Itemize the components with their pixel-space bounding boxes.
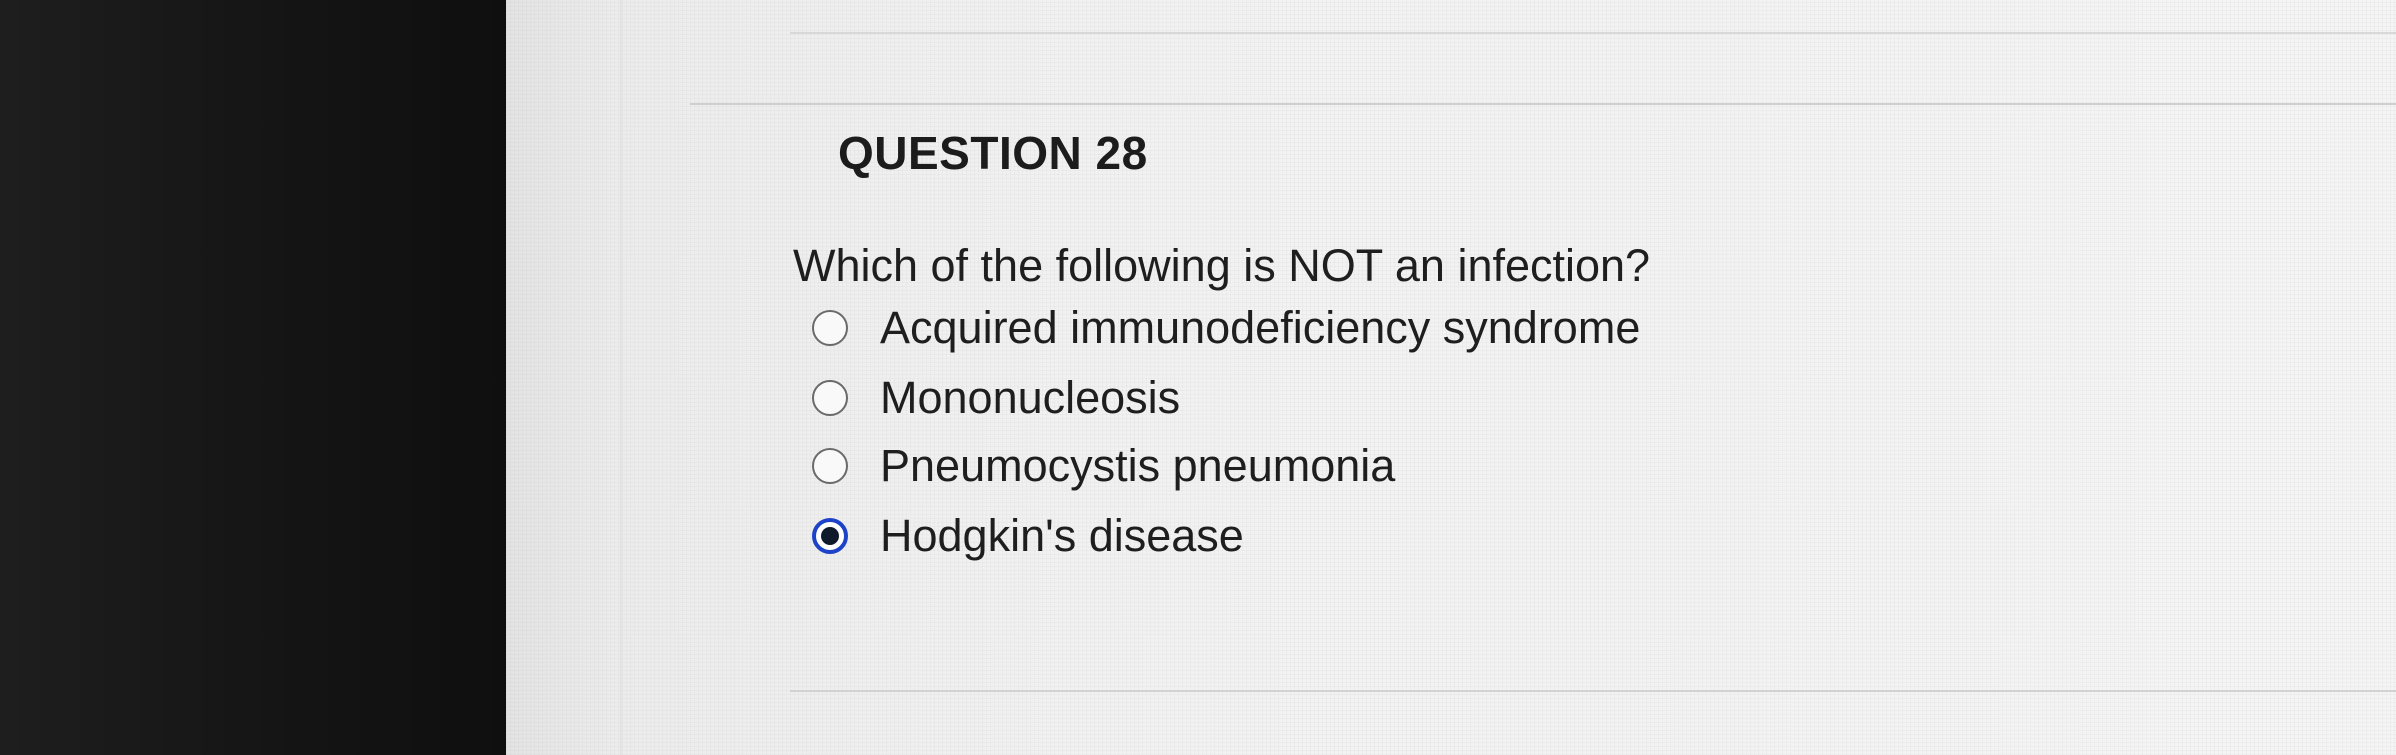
radio-button[interactable] bbox=[812, 448, 848, 484]
divider-question-top bbox=[690, 103, 2396, 105]
question-prompt: Which of the following is NOT an infecti… bbox=[793, 240, 1651, 291]
answer-label: Mononucleosis bbox=[880, 372, 1181, 423]
answer-option-3[interactable]: Pneumocystis pneumonia bbox=[812, 438, 1712, 494]
answer-option-4[interactable]: Hodgkin's disease bbox=[812, 508, 1712, 564]
radio-button[interactable] bbox=[812, 380, 848, 416]
answer-option-2[interactable]: Mononucleosis bbox=[812, 370, 1712, 426]
answer-label: Hodgkin's disease bbox=[880, 510, 1244, 561]
answer-label: Pneumocystis pneumonia bbox=[880, 440, 1396, 491]
radio-dot bbox=[821, 527, 839, 545]
divider-bottom bbox=[790, 690, 2396, 692]
divider-top bbox=[790, 32, 2396, 34]
answer-option-1[interactable]: Acquired immunodeficiency syndrome bbox=[812, 300, 1712, 356]
question-title: QUESTION 28 bbox=[838, 127, 1148, 179]
answer-label: Acquired immunodeficiency syndrome bbox=[880, 302, 1641, 353]
radio-button[interactable] bbox=[812, 310, 848, 346]
radio-button[interactable] bbox=[812, 518, 848, 554]
monitor-bezel bbox=[0, 0, 506, 755]
